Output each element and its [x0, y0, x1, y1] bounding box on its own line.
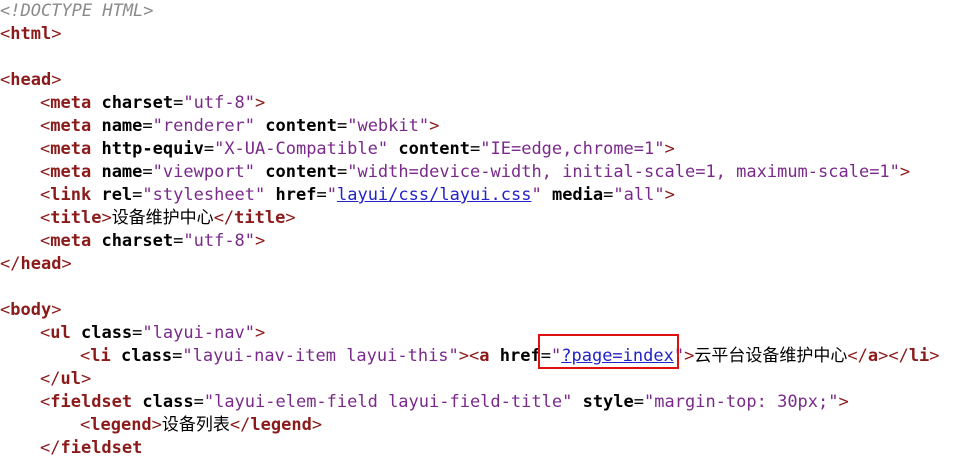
- tag-head: head: [10, 70, 52, 90]
- nav-link-text: 云平台设备维护中心: [694, 346, 848, 366]
- source-code-viewer: <!DOCTYPE HTML> <html> <head> <meta char…: [0, 0, 966, 458]
- doctype-declaration: <!DOCTYPE HTML>: [0, 1, 154, 21]
- code-line-fieldset-close: </fieldset: [40, 438, 143, 458]
- legend-text: 设备列表: [161, 415, 230, 435]
- code-line-fieldset-open: <fieldset class="layui-elem-field layui-…: [40, 392, 849, 412]
- code-line-title: <title>设备维护中心</title>: [40, 208, 296, 228]
- code-line-legend: <legend>设备列表</legend>: [80, 415, 323, 435]
- code-line-meta-charset: <meta charset="utf-8">: [40, 93, 266, 113]
- code-line-li-nav-item: <li class="layui-nav-item layui-this"><a…: [80, 346, 940, 366]
- code-line-doctype: <!DOCTYPE HTML>: [0, 0, 966, 23]
- code-line-link-stylesheet: <link rel="stylesheet" href="layui/css/l…: [40, 185, 675, 205]
- stylesheet-href-link[interactable]: layui/css/layui.css: [337, 185, 531, 205]
- title-text: 设备维护中心: [111, 208, 214, 228]
- code-block: <!DOCTYPE HTML> <html> <head> <meta char…: [0, 0, 966, 460]
- code-line-ul-open: <ul class="layui-nav">: [40, 323, 266, 343]
- code-line-meta-renderer: <meta name="renderer" content="webkit">: [40, 116, 440, 136]
- code-line-head-open: <head>: [0, 70, 62, 90]
- red-highlight-box: [538, 334, 679, 369]
- code-line-html-open: <html>: [0, 24, 62, 44]
- code-line-meta-http-equiv: <meta http-equiv="X-UA-Compatible" conte…: [40, 139, 675, 159]
- code-line-meta-viewport: <meta name="viewport" content="width=dev…: [40, 162, 911, 182]
- tag-html: html: [10, 24, 52, 44]
- code-line-head-close: </head>: [0, 254, 72, 274]
- code-line-meta-charset-2: <meta charset="utf-8">: [40, 231, 266, 251]
- code-line-ul-close: </ul>: [40, 369, 92, 389]
- code-line-body-open: <body>: [0, 300, 62, 320]
